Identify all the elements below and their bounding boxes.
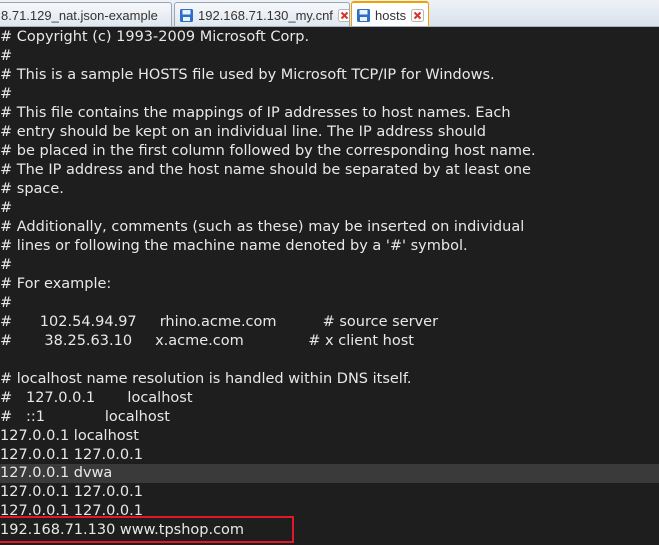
code-line: # <box>0 200 13 216</box>
code-line: # <box>0 86 13 102</box>
code-line: # space. <box>0 181 64 197</box>
code-line: # 102.54.94.97 rhino.acme.com # source s… <box>0 314 439 330</box>
saved-file-icon <box>357 8 370 22</box>
code-line-current: 127.0.0.1 dvwa <box>0 464 659 483</box>
code-line: 127.0.0.1 127.0.0.1 <box>0 484 143 500</box>
code-line: # ::1 localhost <box>0 409 170 425</box>
code-line: # 38.25.63.10 x.acme.com # x client host <box>0 333 414 349</box>
code-line: # Additionally, comments (such as these)… <box>0 219 525 235</box>
code-line: # The IP address and the host name shoul… <box>0 162 531 178</box>
tab-label: 192.168.71.130_my.cnf <box>198 7 333 23</box>
tab-nat-json-example[interactable]: 8.71.129_nat.json-example <box>0 2 172 26</box>
saved-file-icon <box>180 8 193 22</box>
code-line: # entry should be kept on an individual … <box>0 124 486 140</box>
close-icon[interactable] <box>411 8 425 22</box>
code-line: # 127.0.0.1 localhost <box>0 390 193 406</box>
code-line: # This file contains the mappings of IP … <box>0 105 511 121</box>
code-line: # <box>0 295 13 311</box>
code-line: # <box>0 257 13 273</box>
code-line: # lines or following the machine name de… <box>0 238 468 254</box>
code-line: # <box>0 48 13 64</box>
tab-hosts[interactable]: hosts <box>351 1 429 26</box>
text-editor[interactable]: # Copyright (c) 1993-2009 Microsoft Corp… <box>0 27 659 545</box>
annotation-box <box>0 516 294 543</box>
code-line: 127.0.0.1 127.0.0.1 <box>0 447 143 463</box>
code-line: # be placed in the first column followed… <box>0 143 536 159</box>
tab-label: hosts <box>375 7 407 23</box>
code-line: # Copyright (c) 1993-2009 Microsoft Corp… <box>0 29 310 45</box>
tab-bar: 8.71.129_nat.json-example 192.168.71.130… <box>0 0 659 27</box>
code-line: # localhost name resolution is handled w… <box>0 371 412 387</box>
code-line: # For example: <box>0 276 112 292</box>
tab-my-cnf[interactable]: 192.168.71.130_my.cnf <box>174 2 350 26</box>
close-icon[interactable] <box>337 8 350 22</box>
tab-label: 8.71.129_nat.json-example <box>1 7 158 23</box>
code-line: 127.0.0.1 localhost <box>0 428 139 444</box>
code-line: # This is a sample HOSTS file used by Mi… <box>0 67 495 83</box>
